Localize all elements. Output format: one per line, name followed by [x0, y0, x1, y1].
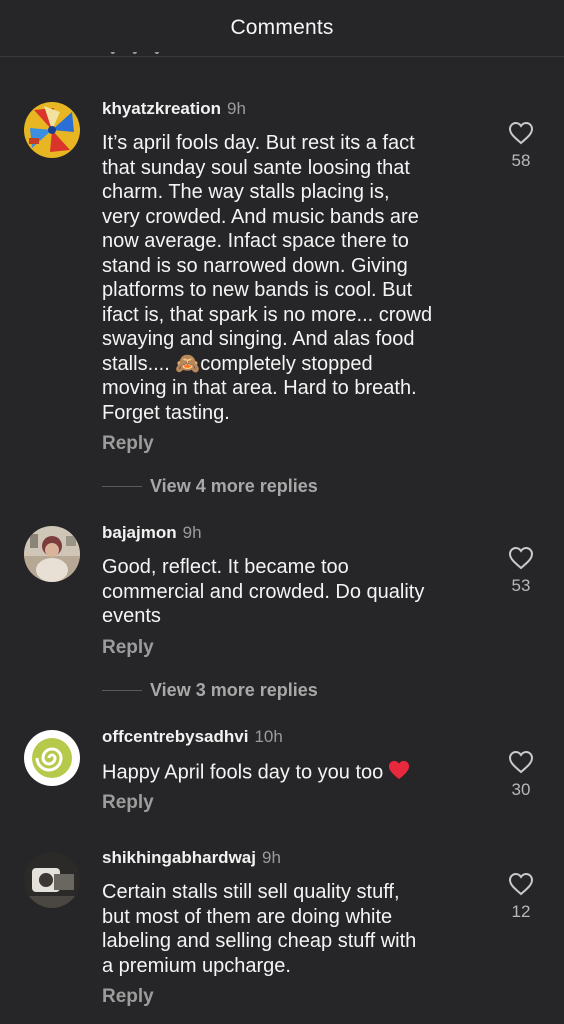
comment-line: events — [102, 605, 161, 627]
username[interactable]: shikhingabhardwaj — [102, 848, 256, 867]
comment-text: Certain stalls still sell quality stuff,… — [102, 880, 492, 978]
avatar[interactable] — [24, 852, 80, 908]
comments-sheet: Comments • • • khyatzkreation 9h It’s apr… — [0, 0, 564, 1024]
comment-line: Forget tasting. — [102, 401, 230, 424]
spiral-avatar-icon — [24, 730, 80, 786]
heart-outline-icon — [508, 872, 534, 896]
comment-line: moving in that area. Hard to breath. — [102, 377, 417, 399]
header-divider — [0, 56, 564, 57]
comment-text: Happy April fools day to you too — [102, 759, 492, 788]
avatar[interactable] — [24, 730, 80, 786]
comment-line: very crowded. And music bands are — [102, 205, 419, 228]
comment-line: It’s april fools day. But rest its a fac… — [102, 132, 415, 154]
reply-button[interactable]: Reply — [102, 433, 154, 455]
heart-outline-icon — [508, 750, 534, 774]
comment-line: stalls.... 🙈completely stopped — [102, 352, 373, 375]
timestamp: 9h — [182, 523, 202, 542]
timestamp: 10h — [254, 727, 283, 746]
comment-line: Certain stalls still sell quality stuff, — [102, 881, 400, 903]
comment-line: Happy April fools day to you too — [102, 759, 492, 788]
heart-outline-icon — [508, 546, 534, 570]
comment-line: labeling and selling cheap stuff with — [102, 930, 417, 952]
timestamp: 9h — [227, 99, 246, 118]
timestamp: 9h — [261, 848, 281, 867]
avatar[interactable] — [24, 102, 80, 158]
comment-line-text: Happy April fools day to you too — [102, 761, 384, 784]
view-more-line — [102, 690, 142, 691]
header-title: Comments — [230, 16, 334, 39]
comment-line: a premium upcharge. — [102, 954, 291, 977]
comment-line: Good, reflect. It became too — [102, 556, 349, 578]
view-more-replies[interactable]: View 4 more replies — [102, 476, 318, 497]
pinwheel-avatar-icon — [24, 102, 80, 158]
username[interactable]: khyatzkreation — [102, 99, 221, 118]
comment-line: commercial and crowded. Do quality — [102, 580, 425, 603]
like-count: 30 — [511, 780, 531, 799]
like-button[interactable]: 30 — [504, 750, 538, 800]
comment-text: It’s april fools day. But rest its a fac… — [102, 131, 492, 425]
comment-header: bajajmon 9h — [102, 523, 202, 543]
view-more-label: View 3 more replies — [150, 680, 318, 700]
comment-line: stand is so narrowed down. Giving — [102, 254, 408, 277]
red-heart-icon — [387, 759, 411, 788]
like-count: 53 — [511, 576, 531, 595]
comment-header: shikhingabhardwaj 9h — [102, 848, 281, 868]
view-more-replies[interactable]: View 3 more replies — [102, 680, 318, 701]
view-more-line — [102, 486, 142, 487]
comment-line: ifact is, that spark is no more... crowd — [102, 303, 433, 326]
like-count: 12 — [511, 902, 531, 921]
username[interactable]: bajajmon — [102, 523, 177, 542]
camera-photo-avatar-icon — [24, 852, 80, 908]
like-count: 58 — [511, 151, 531, 170]
like-button[interactable]: 53 — [504, 546, 538, 596]
avatar[interactable] — [24, 526, 80, 582]
comment-header: khyatzkreation 9h — [102, 99, 246, 119]
username[interactable]: offcentrebysadhvi — [102, 727, 248, 746]
comment-line: now average. Infact space there to — [102, 230, 409, 252]
heart-outline-icon — [508, 121, 534, 145]
clipped-previous-text: • • • — [110, 52, 166, 61]
comment-line: swaying and singing. And alas food — [102, 328, 415, 350]
comment-line: that sunday soul sante loosing that — [102, 156, 410, 179]
like-button[interactable]: 12 — [504, 872, 538, 922]
like-button[interactable]: 58 — [504, 121, 538, 171]
comment-text: Good, reflect. It became too commercial … — [102, 555, 492, 629]
reply-button[interactable]: Reply — [102, 986, 154, 1008]
comment-line: platforms to new bands is cool. But — [102, 279, 413, 301]
comment-line: charm. The way stalls placing is, — [102, 181, 390, 203]
comment-line: but most of them are doing white — [102, 905, 393, 928]
comment-header: offcentrebysadhvi 10h — [102, 727, 283, 747]
person-photo-avatar-icon — [24, 526, 80, 582]
reply-button[interactable]: Reply — [102, 792, 154, 814]
view-more-label: View 4 more replies — [150, 476, 318, 496]
comments-header: Comments — [0, 0, 564, 56]
reply-button[interactable]: Reply — [102, 637, 154, 659]
